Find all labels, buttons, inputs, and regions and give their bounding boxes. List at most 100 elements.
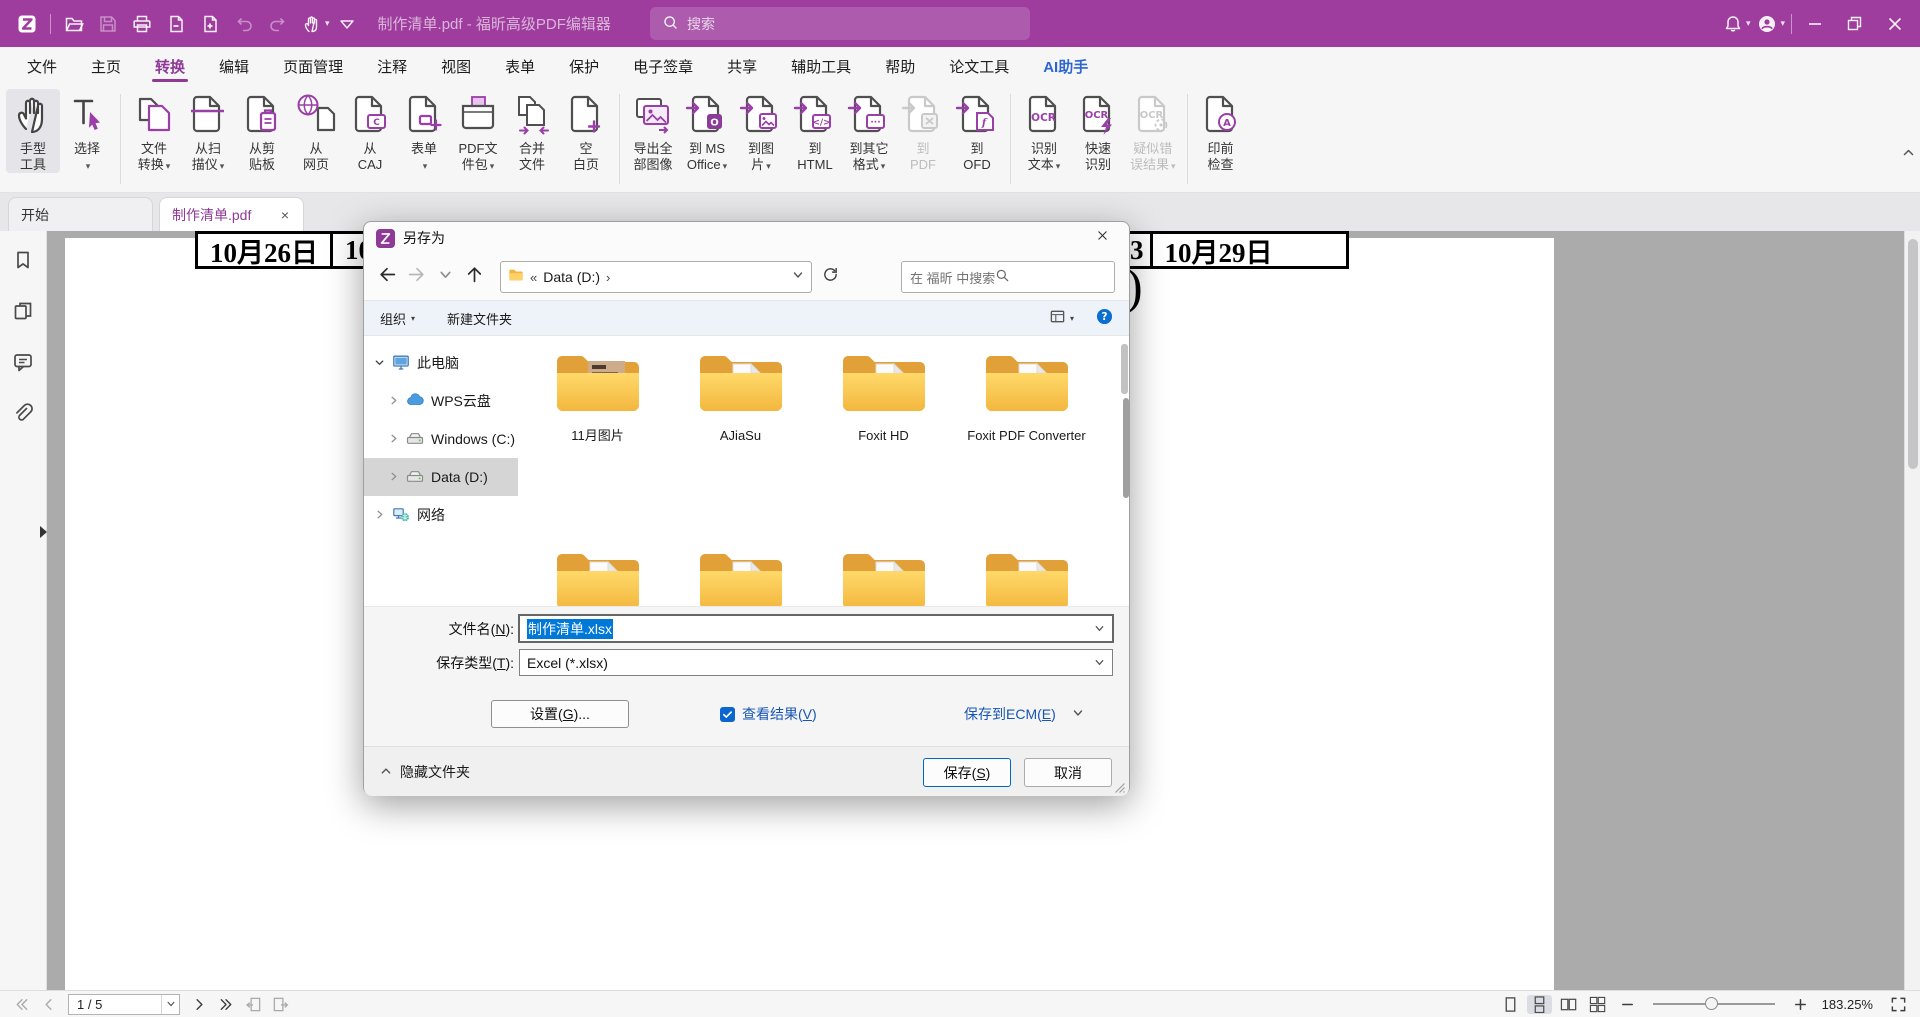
- cancel-button[interactable]: 取消: [1024, 758, 1112, 787]
- close-icon[interactable]: [1878, 7, 1912, 41]
- save-type-dropdown-icon[interactable]: [1094, 655, 1105, 671]
- settings-button[interactable]: 设置(G)...: [491, 700, 629, 728]
- ribbon-button-从剪贴板[interactable]: 从剪贴板: [235, 89, 289, 173]
- menu-item-辅助工具[interactable]: 辅助工具: [774, 47, 868, 85]
- menu-item-主页[interactable]: 主页: [74, 47, 138, 85]
- next-view-icon[interactable]: [267, 996, 294, 1013]
- ribbon-button-文件转换[interactable]: 文件转换▾: [127, 89, 181, 174]
- chevron-right-icon[interactable]: [388, 431, 399, 447]
- tree-item-网络[interactable]: 网络: [364, 496, 518, 534]
- expand-panel-handle[interactable]: [40, 526, 47, 538]
- change-view-button[interactable]: ▾: [1049, 308, 1074, 328]
- ribbon-button-PDF文件包[interactable]: PDF文件包▾: [451, 89, 505, 174]
- tree-item-此电脑[interactable]: 此电脑: [364, 344, 518, 382]
- address-dropdown-icon[interactable]: [792, 268, 804, 286]
- save-type-select[interactable]: Excel (*.xlsx): [519, 649, 1113, 676]
- attachments-icon[interactable]: [12, 402, 34, 429]
- folder-partial[interactable]: [955, 546, 1098, 606]
- chevron-right-icon[interactable]: [388, 393, 399, 409]
- ribbon-button-空白页[interactable]: 空白页: [559, 89, 613, 173]
- hand-tool-dropdown[interactable]: ▾: [325, 18, 330, 29]
- global-search-box[interactable]: 搜索: [650, 7, 1030, 40]
- comments-icon[interactable]: [12, 351, 34, 378]
- menu-item-注释[interactable]: 注释: [360, 47, 424, 85]
- ribbon-button-到 MSOffice[interactable]: O到 MSOffice▾: [680, 89, 734, 174]
- ribbon-button-到图片[interactable]: 到图片▾: [734, 89, 788, 174]
- file-list-scrollbar-thumb[interactable]: [1121, 344, 1128, 394]
- page-number-dropdown-icon[interactable]: [161, 995, 179, 1014]
- address-ellipsis[interactable]: «: [530, 270, 537, 285]
- tab-close-icon[interactable]: ×: [279, 207, 291, 223]
- tree-item-Windows (C:)[interactable]: Windows (C:): [364, 420, 518, 458]
- menu-item-表单[interactable]: 表单: [488, 47, 552, 85]
- account-dropdown[interactable]: ▾: [1780, 18, 1785, 29]
- recent-locations-icon[interactable]: [436, 265, 455, 289]
- next-page-icon[interactable]: [186, 996, 213, 1013]
- folder-partial[interactable]: [526, 546, 669, 606]
- address-bar[interactable]: « Data (D:) ›: [500, 261, 812, 293]
- menu-item-电子签章[interactable]: 电子签章: [616, 47, 710, 85]
- account-avatar-icon[interactable]: [1750, 7, 1784, 41]
- tree-item-Data (D:)[interactable]: Data (D:): [364, 458, 518, 496]
- folder-partial[interactable]: [812, 546, 955, 606]
- folder-partial[interactable]: [669, 546, 812, 606]
- save-button[interactable]: 保存(S): [923, 758, 1011, 787]
- zoom-out-icon[interactable]: [1614, 996, 1641, 1013]
- ribbon-button-到OFD[interactable]: f到OFD: [950, 89, 1004, 173]
- first-page-icon[interactable]: [8, 996, 35, 1013]
- open-file-icon[interactable]: [57, 7, 91, 41]
- save-to-ecm-button[interactable]: 保存到ECM(E): [964, 704, 1084, 724]
- folder-11月图片[interactable]: 11月图片: [526, 348, 669, 444]
- folder-AJiaSu[interactable]: AJiaSu: [669, 348, 812, 444]
- menu-item-共享[interactable]: 共享: [710, 47, 774, 85]
- hide-folders-button[interactable]: 隐藏文件夹: [380, 762, 470, 782]
- ribbon-button-合并文件[interactable]: 合并文件: [505, 89, 559, 173]
- page-thumbnails-icon[interactable]: [12, 300, 34, 327]
- facing-view-icon[interactable]: [1556, 995, 1581, 1014]
- folder-Foxit PDF Converter[interactable]: Foxit PDF Converter: [955, 348, 1098, 444]
- menu-item-文件[interactable]: 文件: [10, 47, 74, 85]
- menu-item-帮助[interactable]: 帮助: [868, 47, 932, 85]
- ribbon-button-快速识别[interactable]: OCR快速识别: [1071, 89, 1125, 173]
- filename-dropdown-icon[interactable]: [1094, 621, 1105, 637]
- ribbon-button-到其它格式[interactable]: ···到其它格式▾: [842, 89, 896, 174]
- fit-screen-icon[interactable]: [1885, 996, 1912, 1013]
- chevron-right-icon[interactable]: [388, 469, 399, 485]
- tab-start[interactable]: 开始: [8, 197, 153, 231]
- up-icon[interactable]: [465, 265, 484, 289]
- ribbon-button-导出全部图像[interactable]: 导出全部图像: [626, 89, 680, 173]
- address-location[interactable]: Data (D:): [543, 269, 600, 285]
- save-icon[interactable]: [91, 7, 125, 41]
- notification-bell-icon[interactable]: [1716, 7, 1750, 41]
- page-plus-icon[interactable]: [193, 7, 227, 41]
- new-folder-button[interactable]: 新建文件夹: [447, 309, 512, 328]
- ribbon-button-从CAJ[interactable]: C从CAJ: [343, 89, 397, 173]
- filename-input[interactable]: 制作清单.xlsx: [519, 615, 1113, 642]
- forward-icon[interactable]: [407, 265, 426, 289]
- single-page-view-icon[interactable]: [1498, 995, 1523, 1014]
- ribbon-button-印前检查[interactable]: A印前检查: [1194, 89, 1248, 173]
- ribbon-button-表单[interactable]: 表单▾: [397, 89, 451, 174]
- menu-item-转换[interactable]: 转换: [138, 47, 202, 85]
- last-page-icon[interactable]: [213, 996, 240, 1013]
- ribbon-button-手型工具[interactable]: 手型工具: [6, 89, 60, 173]
- menu-item-AI助手[interactable]: AI助手: [1026, 47, 1105, 85]
- resize-grip[interactable]: [1114, 781, 1126, 793]
- dialog-search-box[interactable]: 在 福昕 中搜索: [901, 261, 1115, 293]
- zoom-in-icon[interactable]: [1787, 996, 1814, 1013]
- refresh-icon[interactable]: [822, 266, 839, 288]
- scrollbar-thumb[interactable]: [1908, 239, 1918, 469]
- view-results-checkbox[interactable]: 查看结果(V): [720, 704, 817, 724]
- customize-toolbar-icon[interactable]: [330, 7, 364, 41]
- menu-item-论文工具[interactable]: 论文工具: [932, 47, 1026, 85]
- menu-item-视图[interactable]: 视图: [424, 47, 488, 85]
- zoom-level[interactable]: 183.25%: [1822, 997, 1873, 1012]
- ribbon-button-从扫描仪[interactable]: 从扫描仪▾: [181, 89, 235, 174]
- undo-icon[interactable]: [227, 7, 261, 41]
- zoom-slider[interactable]: [1653, 1003, 1775, 1005]
- restore-icon[interactable]: [1838, 7, 1872, 41]
- page-number-combo[interactable]: 1 / 5: [68, 994, 180, 1015]
- print-icon[interactable]: [125, 7, 159, 41]
- back-icon[interactable]: [378, 265, 397, 289]
- ecm-dropdown-icon[interactable]: [1072, 706, 1084, 722]
